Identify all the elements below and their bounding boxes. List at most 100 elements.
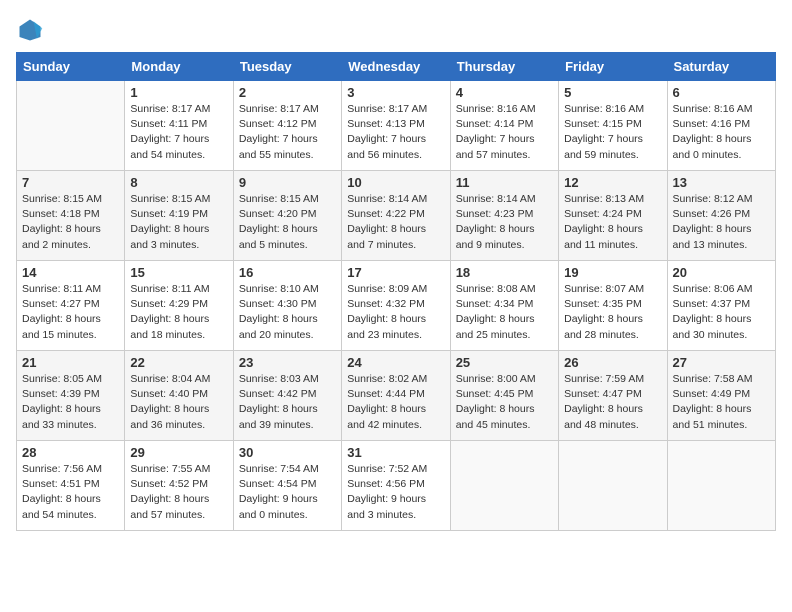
day-info: Sunrise: 8:00 AM Sunset: 4:45 PM Dayligh… [456,372,553,433]
day-number: 5 [564,85,661,100]
calendar-cell: 17 Sunrise: 8:09 AM Sunset: 4:32 PM Dayli… [342,261,450,351]
calendar-cell: 12Sunrise: 8:13 AM Sunset: 4:24 PM Dayli… [559,171,667,261]
day-info: Sunrise: 8:17 AM Sunset: 4:11 PM Dayligh… [130,102,227,163]
week-row-1: 1 Sunrise: 8:17 AM Sunset: 4:11 PM Daylig… [17,81,776,171]
day-info: Sunrise: 8:05 AM Sunset: 4:39 PM Dayligh… [22,372,119,433]
calendar-cell: 1 Sunrise: 8:17 AM Sunset: 4:11 PM Daylig… [125,81,233,171]
week-row-2: 7Sunrise: 8:15 AM Sunset: 4:18 PM Daylig… [17,171,776,261]
day-info: Sunrise: 8:16 AM Sunset: 4:14 PM Dayligh… [456,102,553,163]
calendar-cell: 11Sunrise: 8:14 AM Sunset: 4:23 PM Dayli… [450,171,558,261]
day-number: 22 [130,355,227,370]
calendar-cell: 23 Sunrise: 8:03 AM Sunset: 4:42 PM Dayli… [233,351,341,441]
calendar-cell: 22 Sunrise: 8:04 AM Sunset: 4:40 PM Dayli… [125,351,233,441]
day-info: Sunrise: 8:10 AM Sunset: 4:30 PM Dayligh… [239,282,336,343]
weekday-header-thursday: Thursday [450,53,558,81]
weekday-header-row: SundayMondayTuesdayWednesdayThursdayFrid… [17,53,776,81]
day-number: 2 [239,85,336,100]
day-number: 11 [456,175,553,190]
calendar-table: SundayMondayTuesdayWednesdayThursdayFrid… [16,52,776,531]
day-info: Sunrise: 8:06 AM Sunset: 4:37 PM Dayligh… [673,282,770,343]
day-number: 30 [239,445,336,460]
day-number: 29 [130,445,227,460]
day-number: 1 [130,85,227,100]
day-number: 23 [239,355,336,370]
day-info: Sunrise: 8:11 AM Sunset: 4:29 PM Dayligh… [130,282,227,343]
logo [16,16,48,44]
calendar-cell: 24 Sunrise: 8:02 AM Sunset: 4:44 PM Dayli… [342,351,450,441]
day-number: 10 [347,175,444,190]
day-info: Sunrise: 8:02 AM Sunset: 4:44 PM Dayligh… [347,372,444,433]
calendar-cell: 27 Sunrise: 7:58 AM Sunset: 4:49 PM Dayli… [667,351,775,441]
day-info: Sunrise: 7:59 AM Sunset: 4:47 PM Dayligh… [564,372,661,433]
day-number: 27 [673,355,770,370]
calendar-cell: 26 Sunrise: 7:59 AM Sunset: 4:47 PM Dayli… [559,351,667,441]
calendar-cell: 25 Sunrise: 8:00 AM Sunset: 4:45 PM Dayli… [450,351,558,441]
day-number: 4 [456,85,553,100]
day-info: Sunrise: 8:14 AM Sunset: 4:22 PM Dayligh… [347,192,444,253]
day-number: 31 [347,445,444,460]
header [16,16,776,44]
day-number: 3 [347,85,444,100]
calendar-cell: 19 Sunrise: 8:07 AM Sunset: 4:35 PM Dayli… [559,261,667,351]
day-number: 25 [456,355,553,370]
weekday-header-wednesday: Wednesday [342,53,450,81]
day-info: Sunrise: 8:16 AM Sunset: 4:15 PM Dayligh… [564,102,661,163]
weekday-header-saturday: Saturday [667,53,775,81]
day-info: Sunrise: 7:55 AM Sunset: 4:52 PM Dayligh… [130,462,227,523]
week-row-3: 14Sunrise: 8:11 AM Sunset: 4:27 PM Dayli… [17,261,776,351]
calendar-cell: 3 Sunrise: 8:17 AM Sunset: 4:13 PM Daylig… [342,81,450,171]
day-info: Sunrise: 8:17 AM Sunset: 4:13 PM Dayligh… [347,102,444,163]
calendar-cell: 31 Sunrise: 7:52 AM Sunset: 4:56 PM Dayli… [342,441,450,531]
day-number: 17 [347,265,444,280]
day-info: Sunrise: 7:52 AM Sunset: 4:56 PM Dayligh… [347,462,444,523]
weekday-header-monday: Monday [125,53,233,81]
calendar-cell: 15 Sunrise: 8:11 AM Sunset: 4:29 PM Dayli… [125,261,233,351]
calendar-cell: 7Sunrise: 8:15 AM Sunset: 4:18 PM Daylig… [17,171,125,261]
week-row-4: 21Sunrise: 8:05 AM Sunset: 4:39 PM Dayli… [17,351,776,441]
day-number: 9 [239,175,336,190]
day-number: 18 [456,265,553,280]
day-number: 28 [22,445,119,460]
day-info: Sunrise: 8:09 AM Sunset: 4:32 PM Dayligh… [347,282,444,343]
day-number: 19 [564,265,661,280]
calendar-cell: 2 Sunrise: 8:17 AM Sunset: 4:12 PM Daylig… [233,81,341,171]
calendar-cell: 5 Sunrise: 8:16 AM Sunset: 4:15 PM Daylig… [559,81,667,171]
calendar-cell: 14Sunrise: 8:11 AM Sunset: 4:27 PM Dayli… [17,261,125,351]
day-info: Sunrise: 8:13 AM Sunset: 4:24 PM Dayligh… [564,192,661,253]
calendar-cell: 30 Sunrise: 7:54 AM Sunset: 4:54 PM Dayli… [233,441,341,531]
calendar-cell [450,441,558,531]
calendar-body: 1 Sunrise: 8:17 AM Sunset: 4:11 PM Daylig… [17,81,776,531]
calendar-cell [667,441,775,531]
day-info: Sunrise: 8:07 AM Sunset: 4:35 PM Dayligh… [564,282,661,343]
calendar-cell: 8 Sunrise: 8:15 AM Sunset: 4:19 PM Daylig… [125,171,233,261]
day-info: Sunrise: 8:03 AM Sunset: 4:42 PM Dayligh… [239,372,336,433]
calendar-cell: 4 Sunrise: 8:16 AM Sunset: 4:14 PM Daylig… [450,81,558,171]
day-info: Sunrise: 7:54 AM Sunset: 4:54 PM Dayligh… [239,462,336,523]
calendar-cell: 29 Sunrise: 7:55 AM Sunset: 4:52 PM Dayli… [125,441,233,531]
calendar-cell: 9 Sunrise: 8:15 AM Sunset: 4:20 PM Daylig… [233,171,341,261]
day-number: 20 [673,265,770,280]
calendar-cell: 13Sunrise: 8:12 AM Sunset: 4:26 PM Dayli… [667,171,775,261]
calendar-cell: 10 Sunrise: 8:14 AM Sunset: 4:22 PM Dayli… [342,171,450,261]
calendar-cell: 20 Sunrise: 8:06 AM Sunset: 4:37 PM Dayli… [667,261,775,351]
day-number: 8 [130,175,227,190]
day-info: Sunrise: 8:15 AM Sunset: 4:20 PM Dayligh… [239,192,336,253]
day-info: Sunrise: 7:58 AM Sunset: 4:49 PM Dayligh… [673,372,770,433]
weekday-header-friday: Friday [559,53,667,81]
day-info: Sunrise: 8:17 AM Sunset: 4:12 PM Dayligh… [239,102,336,163]
day-number: 26 [564,355,661,370]
week-row-5: 28Sunrise: 7:56 AM Sunset: 4:51 PM Dayli… [17,441,776,531]
calendar-cell: 16 Sunrise: 8:10 AM Sunset: 4:30 PM Dayli… [233,261,341,351]
calendar-cell: 18 Sunrise: 8:08 AM Sunset: 4:34 PM Dayli… [450,261,558,351]
weekday-header-sunday: Sunday [17,53,125,81]
calendar-cell: 6Sunrise: 8:16 AM Sunset: 4:16 PM Daylig… [667,81,775,171]
day-number: 15 [130,265,227,280]
day-number: 6 [673,85,770,100]
day-info: Sunrise: 8:04 AM Sunset: 4:40 PM Dayligh… [130,372,227,433]
calendar-cell [17,81,125,171]
day-number: 24 [347,355,444,370]
day-info: Sunrise: 8:08 AM Sunset: 4:34 PM Dayligh… [456,282,553,343]
calendar-header: SundayMondayTuesdayWednesdayThursdayFrid… [17,53,776,81]
day-number: 16 [239,265,336,280]
day-info: Sunrise: 8:15 AM Sunset: 4:19 PM Dayligh… [130,192,227,253]
